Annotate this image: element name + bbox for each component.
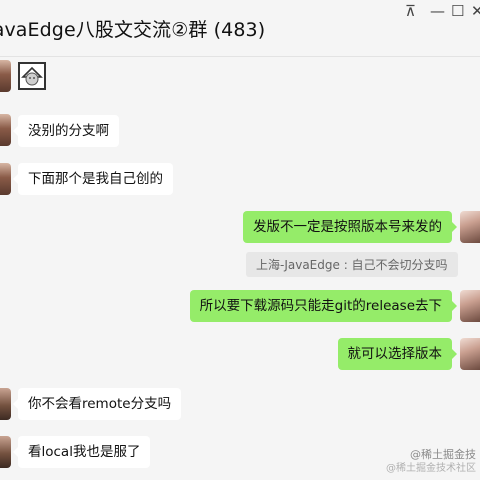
minimize-button[interactable]: — xyxy=(430,3,445,19)
message-bubble[interactable]: 所以要下载源码只能走git的release去下 xyxy=(189,290,458,322)
sticker-icon[interactable] xyxy=(18,62,46,90)
maximize-button[interactable]: ☐ xyxy=(451,3,464,19)
watermark: @稀土掘金技 @稀土掘金技术社区 xyxy=(386,448,476,476)
chat-title: JavaEdge八股文交流②群 (483) xyxy=(0,19,266,41)
avatar[interactable] xyxy=(460,211,480,243)
pin-icon[interactable]: ⊼ xyxy=(405,3,416,19)
message-bubble[interactable]: 发版不一定是按照版本号来发的 xyxy=(243,211,457,243)
avatar[interactable] xyxy=(0,60,11,92)
avatar[interactable] xyxy=(0,114,11,146)
quoted-message[interactable]: 上海-JavaEdge : 自己不会切分支吗 xyxy=(246,252,458,277)
watermark-line: @稀土掘金技 xyxy=(410,448,476,461)
message-bubble[interactable]: 没别的分支啊 xyxy=(13,115,119,147)
message-bubble[interactable]: 下面那个是我自己创的 xyxy=(13,163,173,195)
avatar[interactable] xyxy=(0,163,11,195)
message-bubble[interactable]: 你不会看remote分支吗 xyxy=(12,388,182,420)
watermark-line: @稀土掘金技术社区 xyxy=(386,463,476,474)
message-bubble[interactable]: 看local我也是服了 xyxy=(12,436,151,468)
message-bubble[interactable]: 就可以选择版本 xyxy=(337,338,457,370)
avatar[interactable] xyxy=(0,388,11,420)
avatar[interactable] xyxy=(460,338,480,370)
close-button[interactable]: ✕ xyxy=(471,3,480,19)
avatar[interactable] xyxy=(460,290,480,322)
chat-header: JavaEdge八股文交流②群 (483) ⊼ — ☐ ✕ xyxy=(0,0,480,57)
avatar[interactable] xyxy=(0,436,11,468)
